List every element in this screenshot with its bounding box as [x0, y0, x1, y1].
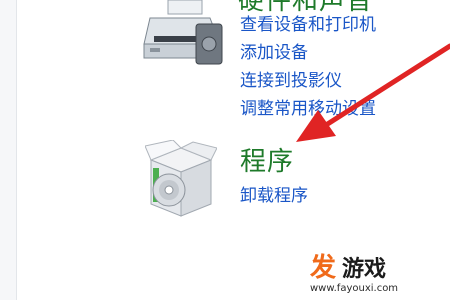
link-connect-projector[interactable]: 连接到投影仪: [240, 73, 342, 90]
watermark-text: 游戏: [342, 257, 387, 282]
watermark-url: www.fayouxi.com: [310, 283, 399, 294]
watermark-logo-icon: 发: [310, 253, 337, 283]
printer-icon[interactable]: [140, 0, 226, 70]
section-title-hardware[interactable]: 硬件和声音: [238, 0, 373, 14]
link-view-devices-printers[interactable]: 查看设备和打印机: [240, 17, 376, 34]
link-mobility-settings[interactable]: 调整常用移动设置: [240, 101, 376, 118]
programs-box-icon[interactable]: [145, 140, 217, 218]
window-left-border: [0, 0, 17, 300]
link-uninstall-program[interactable]: 卸载程序: [240, 188, 308, 205]
control-panel-category-view: 硬件和声音 查看设备和打印机 添加设备 连接到投影仪 调整常用移动设置 程序 卸…: [0, 0, 450, 300]
link-add-device[interactable]: 添加设备: [240, 45, 308, 62]
section-title-programs[interactable]: 程序: [240, 149, 294, 175]
watermark: 发 游戏 www.fayouxi.com: [302, 255, 450, 300]
